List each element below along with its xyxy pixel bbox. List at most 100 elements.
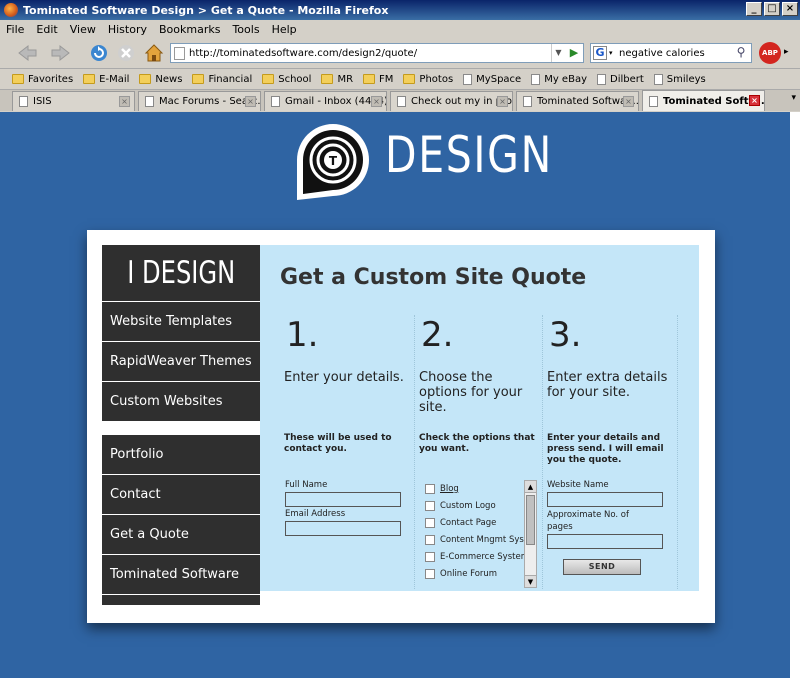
option-contact-page[interactable]: Contact Page: [425, 514, 540, 531]
home-icon: [144, 44, 164, 62]
sidebar-brand[interactable]: I DESIGN: [102, 245, 260, 301]
adblock-plus-icon[interactable]: ABP: [759, 42, 781, 64]
tab-isis[interactable]: ISIS ×: [12, 91, 135, 111]
checkbox[interactable]: [425, 534, 435, 545]
stop-button[interactable]: [115, 41, 137, 65]
go-button[interactable]: ▶: [567, 46, 581, 60]
bookmark-my-ebay[interactable]: My eBay: [531, 73, 587, 85]
tab-label: ISIS: [33, 96, 52, 107]
close-tab-icon[interactable]: ×: [497, 96, 508, 107]
bookmark-photos[interactable]: Photos: [403, 74, 453, 85]
search-engine-dropdown-icon[interactable]: ▾: [609, 49, 613, 57]
bookmark-myspace[interactable]: MySpace: [463, 73, 522, 85]
options-list[interactable]: Blog Custom Logo Contact Page Content Mn…: [425, 480, 540, 588]
back-arrow-icon: [18, 44, 37, 62]
bookmark-email[interactable]: E-Mail: [83, 74, 129, 85]
bookmark-label: Photos: [419, 73, 454, 85]
send-button[interactable]: SEND: [563, 559, 641, 575]
menu-view[interactable]: View: [70, 23, 96, 36]
website-name-input[interactable]: [547, 492, 663, 507]
menu-history[interactable]: History: [108, 23, 147, 36]
bookmark-dilbert[interactable]: Dilbert: [597, 73, 644, 85]
close-tab-icon[interactable]: ×: [371, 96, 382, 107]
scroll-up-icon[interactable]: ▲: [525, 481, 536, 493]
bookmark-label: News: [155, 73, 183, 85]
bookmark-smileys[interactable]: Smileys: [653, 73, 706, 85]
tab-tominated-active[interactable]: Tominated Softw... ×: [642, 90, 765, 111]
sidebar-item-portfolio[interactable]: Portfolio: [102, 435, 260, 474]
options-scrollbar[interactable]: ▲ ▼: [524, 480, 537, 588]
bookmark-financial[interactable]: Financial: [192, 74, 252, 85]
url-bar[interactable]: http://tominatedsoftware.com/design2/quo…: [170, 43, 584, 63]
checkbox[interactable]: [425, 517, 435, 528]
search-input[interactable]: G ▾ negative calories ⚲: [590, 43, 752, 63]
page-icon: [145, 96, 154, 107]
step-3-title: Enter extra details for your site.: [547, 370, 668, 400]
home-button[interactable]: [143, 41, 165, 65]
sidebar-item-rapidweaver-themes[interactable]: RapidWeaver Themes: [102, 342, 260, 381]
close-button[interactable]: ×: [782, 2, 798, 16]
step-1-title: Enter your details.: [284, 370, 404, 385]
email-input[interactable]: [285, 521, 401, 536]
bookmark-label: MySpace: [476, 73, 522, 85]
window-titlebar: Tominated Software Design > Get a Quote …: [0, 0, 800, 20]
menu-tools[interactable]: Tools: [232, 23, 259, 36]
sidebar-item-website-templates[interactable]: Website Templates: [102, 302, 260, 341]
option-content-mngmt-sys[interactable]: Content Mngmt Sys: [425, 531, 540, 548]
sidebar-item-tominated-software[interactable]: Tominated Software: [102, 555, 260, 594]
url-text: http://tominatedsoftware.com/design2/quo…: [189, 47, 418, 59]
close-tab-icon[interactable]: ×: [119, 96, 130, 107]
checkbox[interactable]: [425, 500, 435, 511]
toolbar-overflow-icon[interactable]: ▸: [784, 47, 789, 57]
bookmark-school[interactable]: School: [262, 74, 311, 85]
bookmark-favorites[interactable]: Favorites: [12, 74, 73, 85]
checkbox[interactable]: [425, 568, 435, 579]
full-name-input[interactable]: [285, 492, 401, 507]
google-search-engine-icon[interactable]: G: [593, 46, 607, 60]
list-all-tabs-icon[interactable]: ▾: [791, 93, 796, 103]
option-e-commerce-system[interactable]: E-Commerce System: [425, 548, 540, 565]
design-logo-icon: T: [297, 124, 369, 200]
pages-input[interactable]: [547, 534, 663, 549]
step-2-note: Check the options that you want.: [419, 433, 535, 454]
sidebar-divider: [102, 422, 260, 434]
checkbox[interactable]: [425, 551, 435, 562]
tab-tominated-1[interactable]: Tominated Softwar... ×: [516, 91, 639, 111]
sidebar-item-contact[interactable]: Contact: [102, 475, 260, 514]
scroll-down-icon[interactable]: ▼: [525, 575, 536, 587]
page-icon: [463, 73, 473, 85]
menu-file[interactable]: File: [6, 23, 24, 36]
reload-button[interactable]: [88, 41, 110, 65]
bookmark-mr[interactable]: MR: [321, 74, 353, 85]
minimize-button[interactable]: _: [746, 2, 762, 16]
scroll-thumb[interactable]: [526, 495, 535, 545]
close-tab-icon[interactable]: ×: [245, 96, 256, 107]
tab-gmail[interactable]: Gmail - Inbox (4414) ×: [264, 91, 387, 111]
option-blog[interactable]: Blog: [425, 480, 540, 497]
sidebar-item-custom-websites[interactable]: Custom Websites: [102, 382, 260, 421]
close-tab-icon[interactable]: ×: [749, 95, 760, 106]
page-icon: [271, 96, 280, 107]
bookmark-news[interactable]: News: [139, 74, 182, 85]
bookmarks-toolbar: Favorites E-Mail News Financial School M…: [0, 68, 800, 89]
step-1-note: These will be used to contact you.: [284, 433, 392, 454]
menu-help[interactable]: Help: [272, 23, 297, 36]
option-custom-logo[interactable]: Custom Logo: [425, 497, 540, 514]
close-tab-icon[interactable]: ×: [623, 96, 634, 107]
menu-bookmarks[interactable]: Bookmarks: [159, 23, 220, 36]
maximize-button[interactable]: □: [764, 2, 780, 16]
email-label: Email Address: [285, 509, 346, 519]
option-label: Contact Page: [440, 517, 497, 528]
sidebar-item-get-a-quote[interactable]: Get a Quote: [102, 515, 260, 554]
checkbox[interactable]: [425, 483, 435, 494]
menu-edit[interactable]: Edit: [36, 23, 57, 36]
bookmark-fm[interactable]: FM: [363, 74, 393, 85]
forward-button[interactable]: [48, 41, 74, 65]
option-online-forum[interactable]: Online Forum: [425, 565, 540, 582]
search-icon[interactable]: ⚲: [733, 45, 749, 61]
bookmark-label: MR: [337, 73, 354, 85]
tab-mac-forums[interactable]: Mac Forums - Searc... ×: [138, 91, 261, 111]
back-button[interactable]: [14, 41, 40, 65]
tab-check-out[interactable]: Check out my in pro... ×: [390, 91, 513, 111]
url-history-dropdown[interactable]: ▼: [551, 44, 565, 62]
